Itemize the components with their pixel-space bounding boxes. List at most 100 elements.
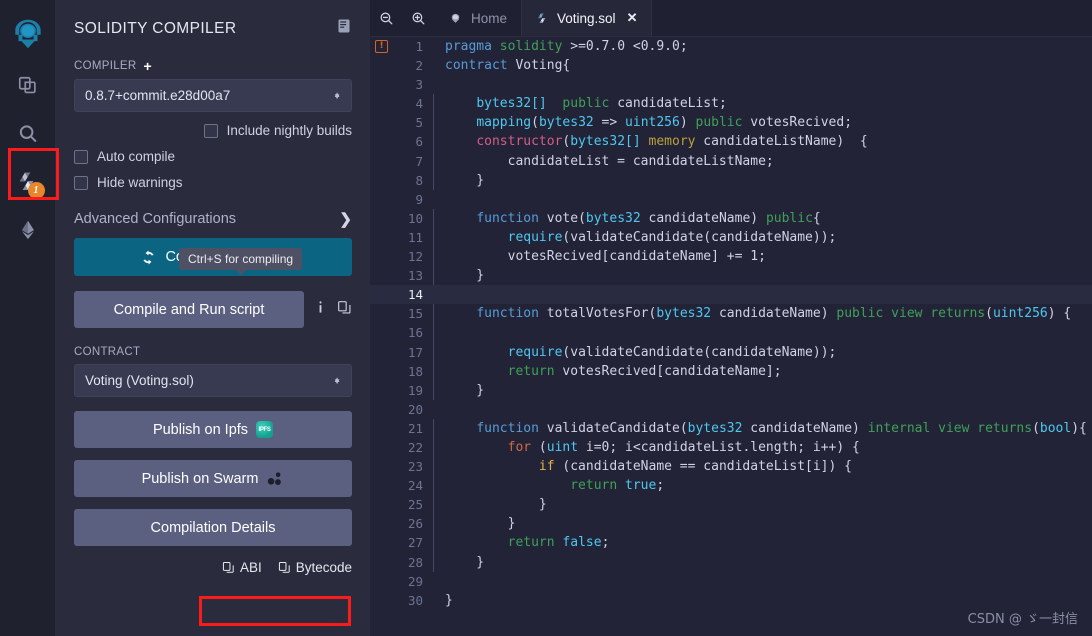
code-line[interactable]: 10 function vote(bytes32 candidateName) … — [370, 208, 1092, 229]
zoom-in-button[interactable] — [402, 0, 434, 36]
code-text: function totalVotesFor(bytes32 candidate… — [476, 306, 1072, 322]
marker-column — [370, 132, 396, 151]
code-line[interactable]: 14 — [370, 285, 1092, 305]
indent-guide — [430, 514, 439, 534]
code-line[interactable]: 26 } — [370, 514, 1092, 534]
tab-home[interactable]: Home — [434, 0, 523, 36]
code-line[interactable]: 21 function validateCandidate(bytes32 ca… — [370, 418, 1092, 439]
warning-marker-icon[interactable]: ! — [375, 40, 388, 53]
compiler-label-text: COMPILER — [74, 60, 137, 72]
code-line[interactable]: 7 candidateList = candidateListName; — [370, 151, 1092, 171]
zoom-in-icon — [412, 12, 424, 24]
sidebar-item-file-explorer[interactable] — [0, 62, 56, 110]
code-line[interactable]: 19 } — [370, 380, 1092, 400]
line-number: 24 — [407, 478, 423, 494]
code-line[interactable]: 12 votesRecived[candidateName] += 1; — [370, 247, 1092, 267]
indent-guide — [430, 227, 439, 248]
code-line[interactable]: 6 constructor(bytes32[] memory candidate… — [370, 132, 1092, 152]
code-line[interactable]: 3 — [370, 75, 1092, 94]
code-content[interactable]: ! 1 pragma solidity >=0.7.0 <0.9.0; 2 contra… — [370, 37, 1092, 636]
compiler-badge: 1 — [27, 182, 45, 199]
publish-swarm-label: Publish on Swarm — [141, 470, 259, 487]
line-number: 20 — [407, 401, 423, 417]
code-line[interactable]: 22 for (uint i=0; i<candidateList.length… — [370, 437, 1092, 458]
sidebar-item-solidity-compiler[interactable]: 1 — [0, 158, 56, 206]
marker-column: ! — [370, 37, 396, 56]
code-line[interactable]: 8 } — [370, 170, 1092, 190]
include-nightly-builds-row[interactable]: Include nightly builds — [74, 123, 352, 138]
publish-on-ipfs-button[interactable]: Publish on Ipfs IPFS — [74, 411, 352, 448]
remix-logo-icon[interactable] — [4, 6, 52, 62]
auto-compile-checkbox[interactable] — [74, 149, 88, 164]
abi-label: ABI — [239, 560, 262, 575]
indent-guide — [430, 591, 439, 610]
hide-warnings-checkbox[interactable] — [74, 175, 88, 190]
line-number: 13 — [407, 268, 423, 284]
plus-icon[interactable]: + — [143, 59, 151, 73]
code-line[interactable]: 29 — [370, 572, 1092, 591]
sidebar-item-search[interactable] — [0, 110, 56, 158]
code-line[interactable]: 15 function totalVotesFor(bytes32 candid… — [370, 304, 1092, 324]
code-line[interactable]: 25 } — [370, 495, 1092, 515]
code-line[interactable]: ! 1 pragma solidity >=0.7.0 <0.9.0; — [370, 37, 1092, 56]
compile-and-run-script-button[interactable]: Compile and Run script — [74, 291, 304, 328]
code-line[interactable]: 30} — [370, 591, 1092, 610]
compile-and-run-script-label: Compile and Run script — [113, 301, 265, 318]
copy-abi-button[interactable]: ABI — [222, 560, 262, 575]
close-icon[interactable]: ✕ — [627, 10, 638, 26]
code-text: votesRecived[candidateName] += 1; — [445, 249, 766, 265]
hide-warnings-row[interactable]: Hide warnings — [74, 175, 352, 190]
book-icon[interactable] — [336, 18, 352, 39]
advanced-configurations-toggle[interactable]: Advanced Configurations ❯ — [74, 210, 352, 228]
line-number: 5 — [415, 115, 423, 131]
code-text: for (uint i=0; i<candidateList.length; i… — [507, 439, 860, 455]
search-icon — [19, 125, 36, 142]
marker-column — [370, 56, 396, 75]
zoom-out-icon — [380, 12, 392, 24]
line-number: 16 — [407, 325, 423, 341]
publish-ipfs-label: Publish on Ipfs — [152, 421, 249, 438]
publish-on-swarm-button[interactable]: Publish on Swarm — [74, 460, 352, 497]
file-copy-icon — [18, 76, 36, 94]
nightly-label: Include nightly builds — [226, 123, 352, 138]
code-line[interactable]: 16 — [370, 323, 1092, 343]
code-line[interactable]: 5 mapping(bytes32 => uint256) public vot… — [370, 113, 1092, 133]
code-line[interactable]: 2 contract Voting{ — [370, 56, 1092, 75]
zoom-out-button[interactable] — [370, 0, 402, 36]
code-line[interactable]: 4 bytes32[] public candidateList; — [370, 94, 1092, 114]
code-line[interactable]: 13 } — [370, 266, 1092, 286]
line-number: 9 — [415, 191, 423, 207]
code-text: } — [445, 554, 485, 570]
code-line[interactable]: 17 require(validateCandidate(candidateNa… — [370, 342, 1092, 362]
compilation-details-button[interactable]: Compilation Details — [74, 509, 352, 546]
ipfs-icon: IPFS — [256, 421, 274, 438]
code-line[interactable]: 18 return votesRecived[candidateName]; — [370, 361, 1092, 381]
compiler-version-select[interactable]: 0.8.7+commit.e28d00a7 ▲ ▼ — [74, 79, 352, 112]
advanced-configurations-label: Advanced Configurations — [74, 211, 237, 227]
marker-column — [370, 75, 396, 94]
code-line[interactable]: 9 — [370, 190, 1092, 209]
code-line[interactable]: 27 return false; — [370, 533, 1092, 553]
marker-column — [370, 438, 396, 457]
contract-select[interactable]: Voting (Voting.sol) ▲ ▼ — [74, 364, 352, 397]
line-number: 29 — [407, 573, 423, 589]
compiler-version-label: COMPILER + — [74, 59, 352, 73]
chevron-updown-icon: ▲ ▼ — [333, 89, 341, 101]
run-script-actions — [314, 300, 352, 320]
sidebar-item-deploy-run[interactable] — [0, 206, 56, 254]
code-line[interactable]: 20 — [370, 400, 1092, 419]
marker-column — [370, 533, 396, 552]
auto-compile-label: Auto compile — [97, 149, 176, 164]
auto-compile-row[interactable]: Auto compile — [74, 149, 352, 164]
info-icon[interactable] — [314, 300, 327, 320]
copy-bytecode-button[interactable]: Bytecode — [278, 560, 352, 575]
code-line[interactable]: 11 require(validateCandidate(candidateNa… — [370, 227, 1092, 248]
indent-guide — [430, 170, 439, 190]
copy-icon[interactable] — [337, 300, 352, 320]
tab-voting-sol[interactable]: Voting.sol ✕ — [522, 0, 653, 36]
code-line[interactable]: 28 } — [370, 552, 1092, 572]
nightly-checkbox[interactable] — [203, 123, 218, 138]
code-line[interactable]: 24 return true; — [370, 476, 1092, 496]
code-line[interactable]: 23 if (candidateName == candidateList[i]… — [370, 457, 1092, 477]
